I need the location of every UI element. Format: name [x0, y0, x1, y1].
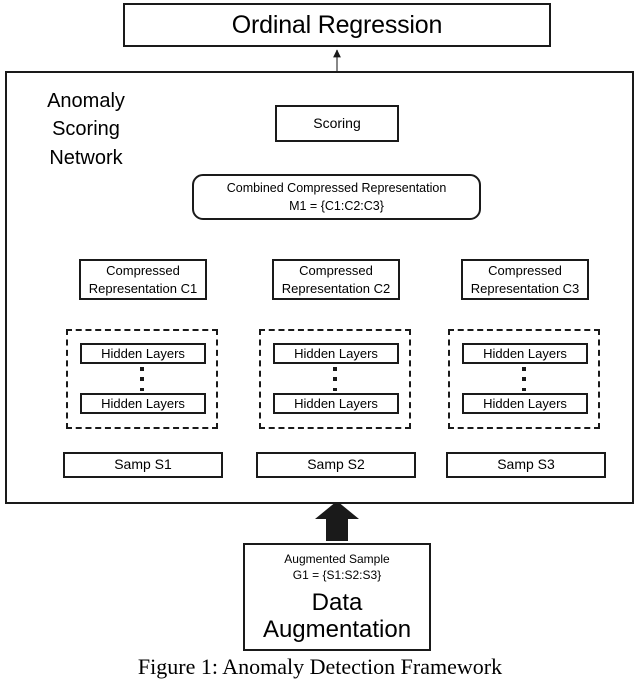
hidden-layers-node-bottom: Hidden Layers [273, 393, 399, 414]
hidden-layers-node-bottom: Hidden Layers [80, 393, 206, 414]
data-augmentation-title: Data Augmentation [262, 589, 412, 644]
sample-label: Samp S3 [497, 456, 555, 473]
anomaly-scoring-network-label: Anomaly Scoring Network [47, 90, 125, 169]
compressed-representation-node-c2: Compressed Representation C2 [272, 259, 400, 300]
hidden-layers-group-1: Hidden Layers Hidden Layers [66, 329, 218, 429]
compressed-representation-line1: Compressed [299, 262, 373, 278]
figure-caption: Figure 1: Anomaly Detection Framework [137, 654, 503, 679]
scoring-node: Scoring [275, 105, 399, 142]
data-augmentation-node: Augmented Sample G1 = {S1:S2:S3} Data Au… [243, 543, 431, 651]
compressed-representation-line2: Representation C1 [88, 280, 198, 296]
combined-compressed-representation-node: Combined Compressed Representation M1 = … [192, 174, 481, 220]
anomaly-detection-framework-figure: Ordinal Regression Anomaly Scoring Netwo… [0, 0, 640, 688]
sample-label: Samp S1 [114, 456, 172, 473]
hidden-layers-node-top: Hidden Layers [462, 343, 588, 364]
sample-node-s2: Samp S2 [256, 452, 416, 478]
hidden-layers-node-top: Hidden Layers [80, 343, 206, 364]
vertical-ellipsis-icon [68, 367, 216, 391]
compressed-representation-line2: Representation C3 [470, 280, 580, 296]
augmented-sample-label: Augmented Sample [284, 552, 390, 566]
hidden-layers-group-3: Hidden Layers Hidden Layers [448, 329, 600, 429]
ordinal-regression-label: Ordinal Regression [231, 11, 443, 39]
sample-node-s3: Samp S3 [446, 452, 606, 478]
combined-representation-title: Combined Compressed Representation [226, 180, 447, 195]
vertical-ellipsis-icon [261, 367, 409, 391]
compressed-representation-line1: Compressed [106, 262, 180, 278]
vertical-ellipsis-icon [450, 367, 598, 391]
compressed-representation-line1: Compressed [488, 262, 562, 278]
compressed-representation-node-c1: Compressed Representation C1 [79, 259, 207, 300]
scoring-label: Scoring [313, 114, 361, 131]
compressed-representation-node-c3: Compressed Representation C3 [461, 259, 589, 300]
hidden-layers-node-top: Hidden Layers [273, 343, 399, 364]
hidden-layers-group-2: Hidden Layers Hidden Layers [259, 329, 411, 429]
augmented-sample-formula: G1 = {S1:S2:S3} [292, 567, 382, 582]
sample-label: Samp S2 [307, 456, 365, 473]
compressed-representation-line2: Representation C2 [281, 280, 391, 296]
combined-representation-formula: M1 = {C1:C2:C3} [289, 199, 384, 213]
hidden-layers-node-bottom: Hidden Layers [462, 393, 588, 414]
sample-node-s1: Samp S1 [63, 452, 223, 478]
ordinal-regression-node: Ordinal Regression [123, 3, 551, 47]
